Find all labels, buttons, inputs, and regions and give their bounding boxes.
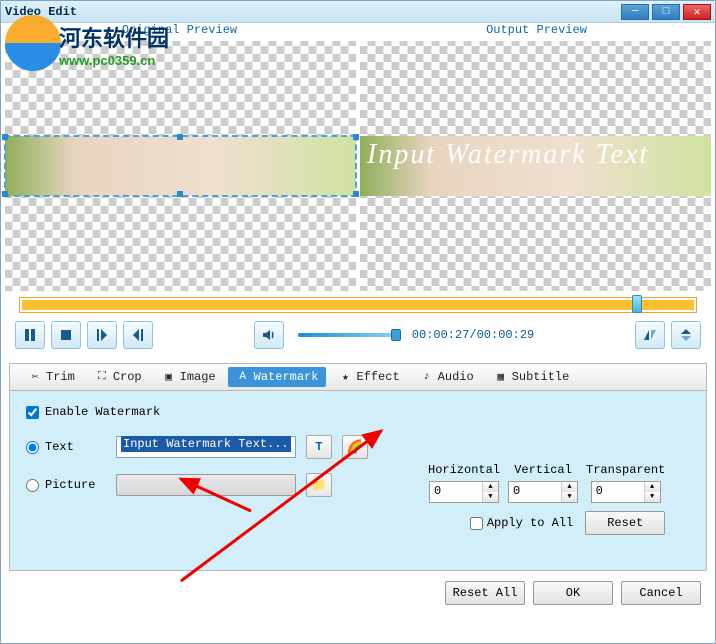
watermark-panel: Enable Watermark Text Input Watermark Te… (9, 391, 707, 571)
tab-bar: ✂Trim ⛶Crop ▣Image AWatermark ★Effect ♪A… (9, 363, 707, 391)
image-icon: ▣ (162, 370, 176, 384)
crop-icon: ⛶ (95, 370, 109, 384)
text-icon: A (236, 370, 250, 384)
subtitle-icon: ▦ (494, 370, 508, 384)
font-button[interactable]: T (306, 435, 332, 459)
picture-radio[interactable]: Picture (26, 478, 106, 492)
site-logo (5, 15, 61, 71)
ok-button[interactable]: OK (533, 581, 613, 605)
transparent-label: Transparent (586, 463, 665, 477)
color-button[interactable]: 🌈 (342, 435, 368, 459)
note-icon: ♪ (420, 370, 434, 384)
site-logo-text: 河东软件园 www.pc0359.cn (59, 21, 169, 68)
timeline-slider[interactable] (19, 297, 697, 313)
horizontal-spinner[interactable]: 0▲▼ (429, 481, 499, 503)
horizontal-label: Horizontal (428, 463, 500, 477)
output-preview: Input Watermark Text (360, 41, 711, 291)
watermark-text-input[interactable]: Input Watermark Text... (116, 436, 296, 458)
tab-crop[interactable]: ⛶Crop (87, 367, 150, 387)
apply-to-all-checkbox[interactable]: Apply to All (470, 516, 573, 530)
tab-image[interactable]: ▣Image (154, 367, 224, 387)
close-button[interactable]: ✕ (683, 4, 711, 20)
tab-subtitle[interactable]: ▦Subtitle (486, 367, 578, 387)
scissors-icon: ✂ (28, 370, 42, 384)
reset-button[interactable]: Reset (585, 511, 665, 535)
pause-button[interactable] (15, 321, 45, 349)
browse-button[interactable]: 📁 (306, 473, 332, 497)
picture-path-input[interactable] (116, 474, 296, 496)
maximize-button[interactable]: □ (652, 4, 680, 20)
stop-button[interactable] (51, 321, 81, 349)
original-preview[interactable] (5, 41, 356, 291)
cancel-button[interactable]: Cancel (621, 581, 701, 605)
tab-effect[interactable]: ★Effect (330, 367, 407, 387)
reset-all-button[interactable]: Reset All (445, 581, 525, 605)
mark-out-button[interactable] (123, 321, 153, 349)
minimize-button[interactable]: ─ (621, 4, 649, 20)
text-radio[interactable]: Text (26, 440, 106, 454)
volume-button[interactable] (254, 321, 284, 349)
enable-watermark-checkbox[interactable]: Enable Watermark (26, 405, 690, 419)
folder-icon: 📁 (312, 478, 327, 493)
flip-vertical-button[interactable] (671, 321, 701, 349)
vertical-spinner[interactable]: 0▲▼ (508, 481, 578, 503)
time-display: 00:00:27/00:00:29 (412, 328, 534, 342)
mark-in-button[interactable] (87, 321, 117, 349)
watermark-sample-text: Input Watermark Text (367, 139, 704, 171)
transparent-spinner[interactable]: 0▲▼ (591, 481, 661, 503)
tab-watermark[interactable]: AWatermark (228, 367, 327, 387)
window-title: Video Edit (5, 5, 618, 19)
star-icon: ★ (338, 370, 352, 384)
volume-slider[interactable] (298, 333, 398, 337)
flip-horizontal-button[interactable] (635, 321, 665, 349)
tab-trim[interactable]: ✂Trim (20, 367, 83, 387)
tab-audio[interactable]: ♪Audio (412, 367, 482, 387)
vertical-label: Vertical (514, 463, 572, 477)
output-preview-label: Output Preview (358, 23, 715, 41)
